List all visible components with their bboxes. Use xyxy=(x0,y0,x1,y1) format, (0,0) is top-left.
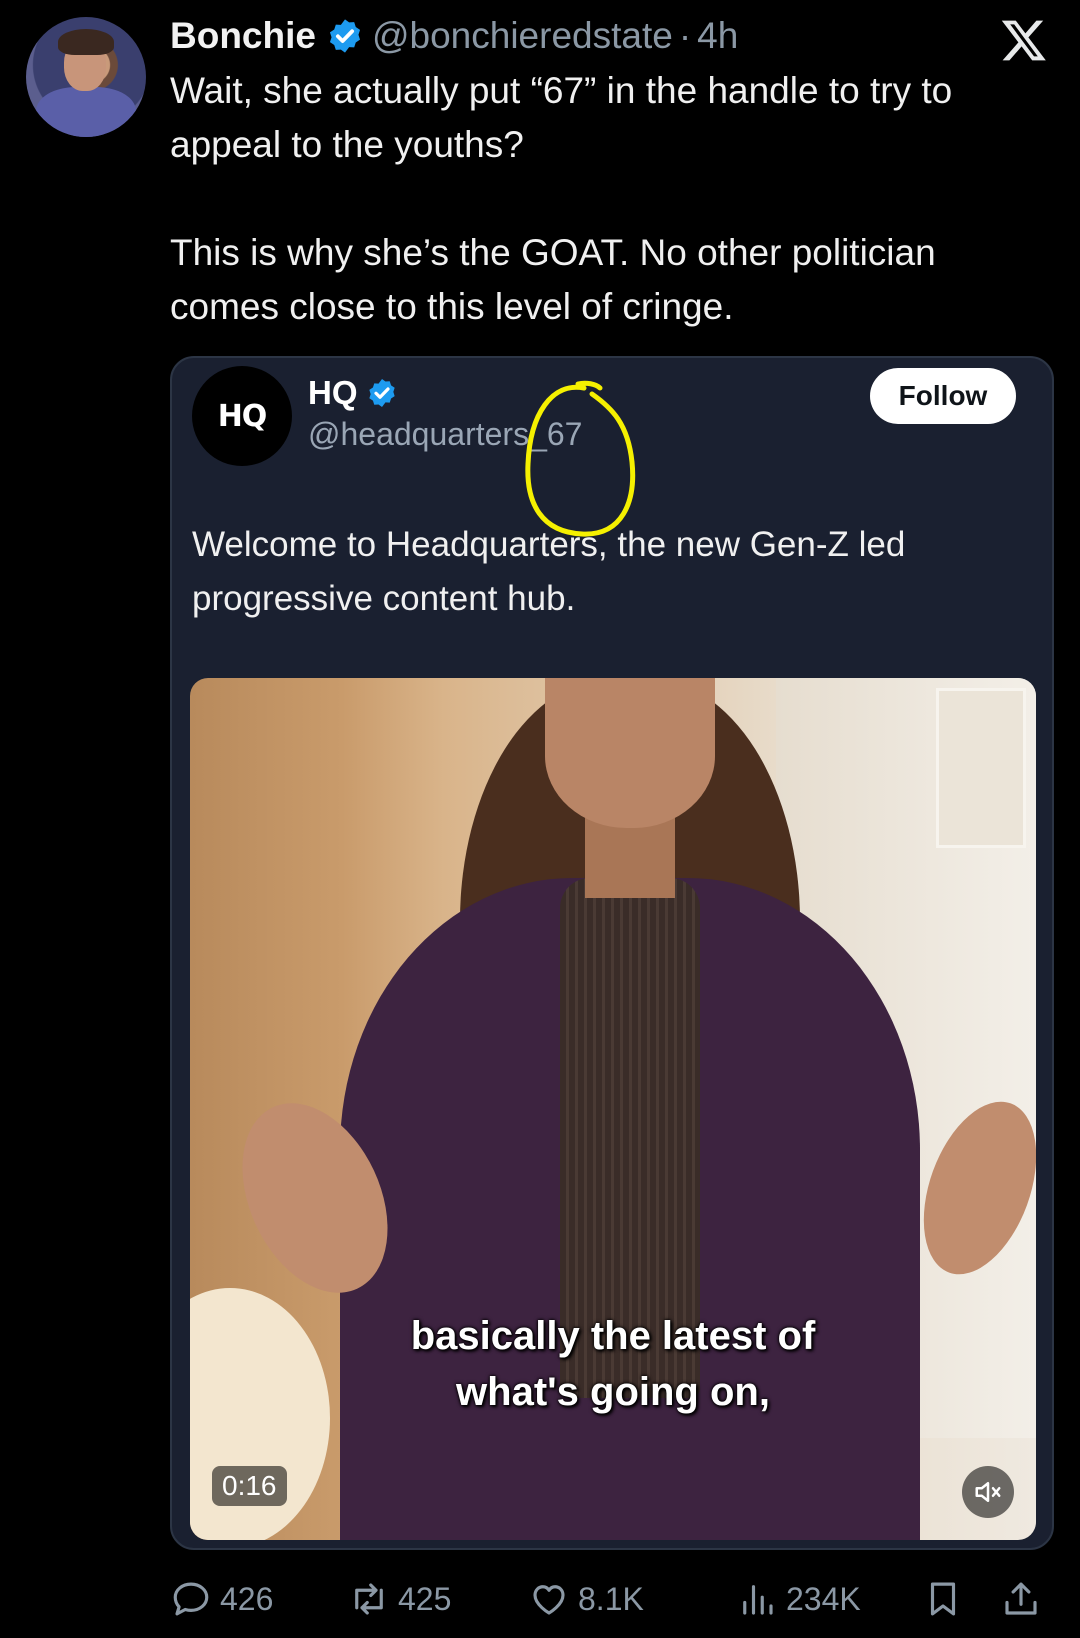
header-separator: · xyxy=(678,15,692,56)
reply-icon xyxy=(173,1582,209,1616)
quoted-tweet-card[interactable]: HQ HQ @headquarters_67 Follow Welcome to… xyxy=(170,356,1054,1550)
bookmark-icon xyxy=(930,1582,956,1616)
view-count: 234K xyxy=(786,1580,861,1617)
like-count: 8.1K xyxy=(578,1580,644,1617)
follow-button[interactable]: Follow xyxy=(870,368,1016,424)
video-caption-line-1: basically the latest of xyxy=(410,1314,816,1358)
quoted-avatar-logo: HQ xyxy=(217,398,268,434)
tweet-text-paragraph-2: This is why she’s the GOAT. No other pol… xyxy=(170,232,936,327)
tweet-action-bar: 426 425 8.1K 234K xyxy=(170,1568,1050,1628)
reply-count: 426 xyxy=(220,1580,274,1617)
tweet-text: Wait, she actually put “67” in the handl… xyxy=(170,64,1050,334)
share-icon xyxy=(1005,1582,1037,1615)
repost-button[interactable]: 425 xyxy=(348,1578,451,1620)
video-player[interactable]: basically the latest of what's going on,… xyxy=(190,678,1036,1540)
video-caption-line-2: what's going on, xyxy=(456,1370,770,1414)
quoted-name-row: HQ xyxy=(308,374,406,412)
x-logo-icon xyxy=(1001,20,1046,61)
mute-icon xyxy=(975,1482,1001,1502)
repost-icon xyxy=(355,1583,383,1615)
repost-count: 425 xyxy=(398,1580,452,1617)
verified-badge-icon xyxy=(368,379,395,407)
video-caption: basically the latest of what's going on, xyxy=(190,1308,1036,1420)
like-button[interactable]: 8.1K xyxy=(528,1578,644,1620)
author-name[interactable]: Bonchie xyxy=(170,15,316,57)
like-icon xyxy=(533,1585,565,1615)
quoted-author-handle[interactable]: @headquarters_67 xyxy=(308,416,582,453)
author-handle[interactable]: @bonchieredstate xyxy=(372,15,673,57)
quoted-avatar[interactable]: HQ xyxy=(192,366,292,466)
video-timestamp: 0:16 xyxy=(212,1466,287,1506)
tweet-header: Bonchie @bonchieredstate · 4h xyxy=(170,14,738,58)
quoted-author-name[interactable]: HQ xyxy=(308,374,358,412)
views-icon xyxy=(743,1585,773,1615)
author-avatar[interactable] xyxy=(26,17,146,137)
verified-badge-icon xyxy=(329,19,361,53)
views-button[interactable]: 234K xyxy=(736,1578,861,1620)
mute-button[interactable] xyxy=(962,1466,1014,1518)
quoted-tweet-text: Welcome to Headquarters, the new Gen-Z l… xyxy=(192,525,906,618)
share-button[interactable] xyxy=(1000,1578,1042,1620)
tweet-text-paragraph-1: Wait, she actually put “67” in the handl… xyxy=(170,70,953,165)
tweet-time[interactable]: 4h xyxy=(697,15,738,57)
reply-button[interactable]: 426 xyxy=(170,1578,273,1620)
bookmark-button[interactable] xyxy=(922,1578,964,1620)
